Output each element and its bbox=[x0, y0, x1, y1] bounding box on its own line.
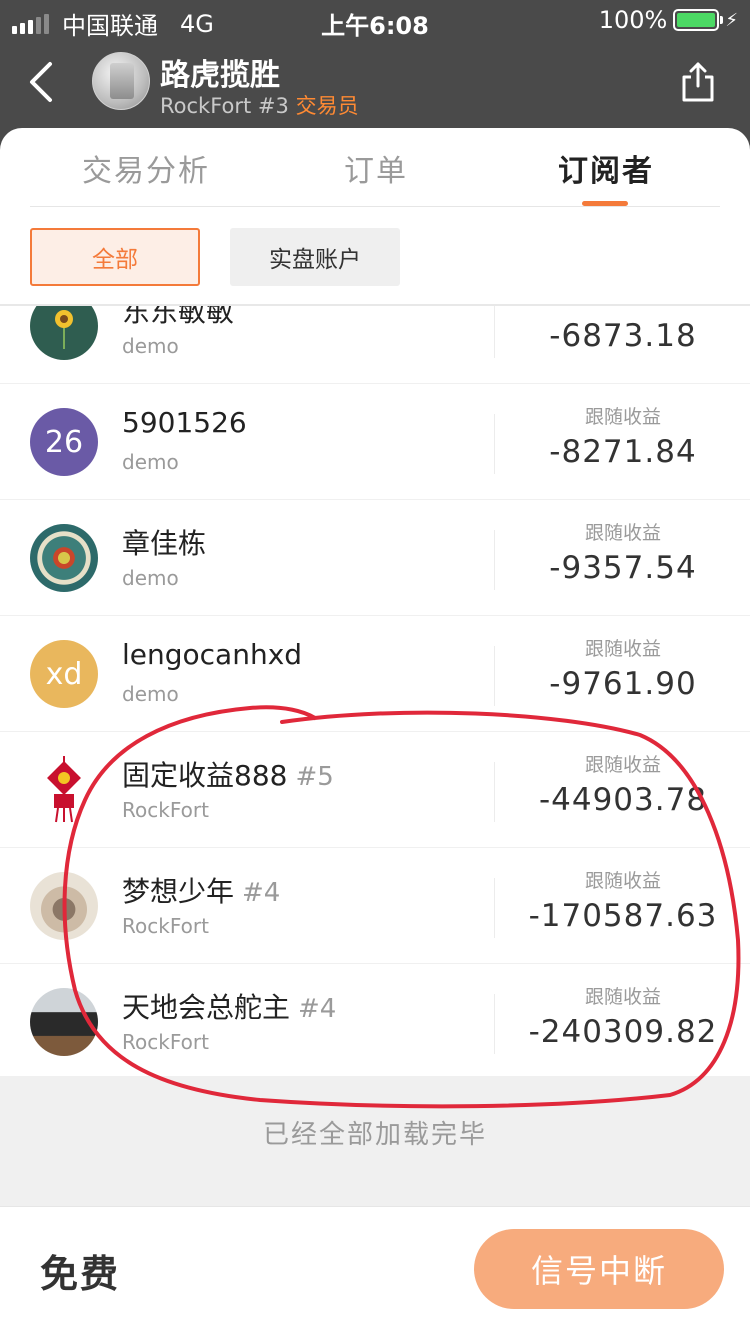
subscriber-name: 梦想少年 #4 bbox=[122, 875, 281, 908]
charging-icon: ⚡ bbox=[725, 9, 738, 31]
subscriber-name: 东东敏敏 bbox=[122, 306, 235, 328]
row-divider bbox=[494, 414, 495, 474]
filter-bar: 全部 实盘账户 bbox=[0, 208, 750, 304]
subscriber-row[interactable]: 章佳栋 demo 跟随收益 -9357.54 bbox=[0, 500, 750, 616]
sunflower-icon bbox=[55, 310, 73, 349]
follow-earnings-value: -44903.78 bbox=[538, 782, 708, 818]
subscriber-name: 固定收益888 #5 bbox=[122, 759, 334, 792]
follow-earnings-value: -170587.63 bbox=[528, 898, 718, 934]
follow-earnings-label: 跟随收益 bbox=[584, 754, 661, 776]
share-button[interactable] bbox=[680, 60, 716, 104]
subscriber-rank: #4 bbox=[242, 878, 281, 908]
subscriber-account: RockFort bbox=[122, 1030, 209, 1054]
follow-earnings-value: -6873.18 bbox=[549, 318, 697, 354]
subscriber-account: demo bbox=[122, 450, 179, 474]
share-icon bbox=[682, 62, 714, 102]
subscriber-account: demo bbox=[122, 566, 179, 590]
tab-bar: 交易分析 订单 订阅者 bbox=[0, 128, 750, 208]
trader-account: RockFort #3 bbox=[160, 94, 289, 118]
follow-earnings-label: 跟随收益 bbox=[584, 870, 661, 892]
all-loaded-text: 已经全部加载完毕 bbox=[262, 1120, 487, 1150]
row-divider bbox=[494, 530, 495, 590]
row-divider bbox=[494, 306, 495, 358]
avatar bbox=[30, 524, 98, 592]
list-end-area: 已经全部加载完毕 bbox=[0, 1076, 750, 1206]
avatar: xd bbox=[30, 640, 98, 708]
subscriber-name: 5901526 bbox=[122, 406, 247, 439]
subscriber-rank: #4 bbox=[298, 994, 337, 1024]
follow-earnings-label: 跟随收益 bbox=[584, 638, 661, 660]
tab-trade-analysis[interactable]: 交易分析 bbox=[82, 146, 210, 190]
subscriber-row[interactable]: 天地会总舵主 #4 RockFort 跟随收益 -240309.82 bbox=[0, 964, 750, 1076]
row-divider bbox=[494, 994, 495, 1054]
avatar: 26 bbox=[30, 408, 98, 476]
subscriber-name: 章佳栋 bbox=[122, 527, 207, 560]
subscriber-account: demo bbox=[122, 334, 179, 358]
battery-icon bbox=[673, 9, 724, 31]
subscriber-row[interactable]: 梦想少年 #4 RockFort 跟随收益 -170587.63 bbox=[0, 848, 750, 964]
tab-orders[interactable]: 订单 bbox=[344, 146, 408, 190]
trader-name: 路虎揽胜 bbox=[160, 58, 280, 93]
subscriber-account: demo bbox=[122, 682, 179, 706]
subscriber-list[interactable]: 东东敏敏 demo -6873.18 26 5901526 demo 跟随收益 … bbox=[0, 306, 750, 1076]
row-divider bbox=[494, 878, 495, 938]
filter-all-button[interactable]: 全部 bbox=[30, 228, 200, 286]
follow-earnings-value: -8271.84 bbox=[549, 434, 697, 470]
subscriber-row[interactable]: 东东敏敏 demo -6873.18 bbox=[0, 306, 750, 384]
back-button[interactable] bbox=[22, 60, 62, 104]
avatar bbox=[30, 306, 98, 360]
trader-subtitle: RockFort #3 交易员 bbox=[160, 90, 359, 120]
avatar bbox=[30, 756, 98, 824]
follow-earnings-label: 跟随收益 bbox=[584, 406, 661, 428]
subscriber-account: RockFort bbox=[122, 798, 209, 822]
subscriber-rank: #5 bbox=[295, 762, 334, 792]
row-divider bbox=[494, 762, 495, 822]
row-divider bbox=[494, 646, 495, 706]
subscriber-name: lengocanhxd bbox=[122, 638, 303, 671]
battery-percent: 100% bbox=[598, 6, 668, 34]
price-label: 免费 bbox=[40, 1252, 121, 1296]
follow-earnings-label: 跟随收益 bbox=[584, 986, 661, 1008]
content-sheet: 交易分析 订单 订阅者 全部 实盘账户 东东敏敏 demo -6873.18 2… bbox=[0, 128, 750, 1334]
avatar bbox=[30, 872, 98, 940]
status-right: 100% ⚡ bbox=[599, 6, 738, 34]
chinese-knot-icon bbox=[47, 756, 81, 823]
tab-subscribers[interactable]: 订阅者 bbox=[558, 146, 654, 190]
trader-role: 交易员 bbox=[295, 94, 359, 118]
trader-header: 路虎揽胜 RockFort #3 交易员 bbox=[0, 40, 750, 130]
bottom-bar: 免费 信号中断 bbox=[0, 1206, 750, 1334]
trader-avatar[interactable] bbox=[92, 52, 150, 110]
follow-earnings-value: -9357.54 bbox=[549, 550, 697, 586]
subscriber-row[interactable]: 固定收益888 #5 RockFort 跟随收益 -44903.78 bbox=[0, 732, 750, 848]
tabs-divider bbox=[30, 206, 720, 207]
subscriber-name: 天地会总舵主 #4 bbox=[122, 991, 337, 1024]
chevron-left-icon bbox=[30, 62, 52, 102]
filter-live-account-button[interactable]: 实盘账户 bbox=[230, 228, 400, 286]
follow-earnings-value: -240309.82 bbox=[528, 1014, 718, 1050]
avatar bbox=[30, 988, 98, 1056]
follow-earnings-value: -9761.90 bbox=[549, 666, 697, 702]
subscriber-account: RockFort bbox=[122, 914, 209, 938]
status-bar: 中国联通 4G 上午6:08 100% ⚡ bbox=[0, 0, 750, 40]
follow-earnings-label: 跟随收益 bbox=[584, 522, 661, 544]
subscriber-row[interactable]: xd lengocanhxd demo 跟随收益 -9761.90 bbox=[0, 616, 750, 732]
subscriber-row[interactable]: 26 5901526 demo 跟随收益 -8271.84 bbox=[0, 384, 750, 500]
signal-interrupted-button[interactable]: 信号中断 bbox=[474, 1229, 724, 1309]
